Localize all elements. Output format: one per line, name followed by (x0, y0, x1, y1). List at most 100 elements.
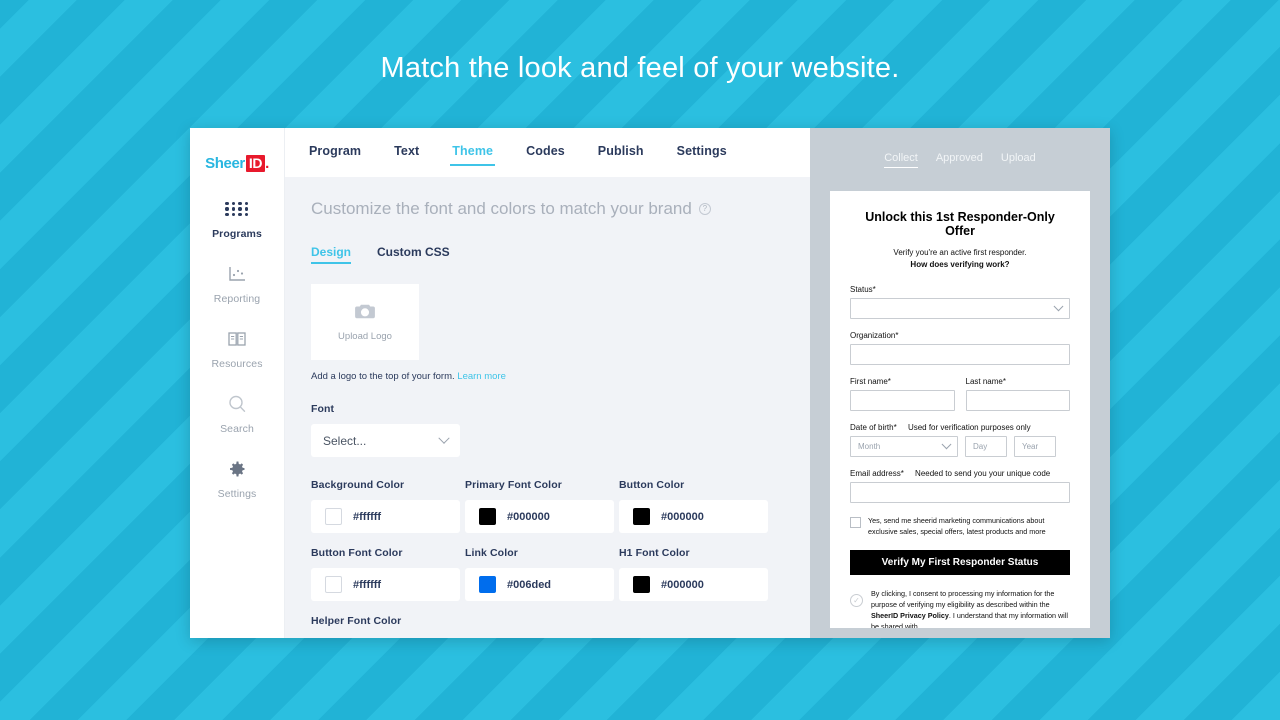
logo-badge-id: ID (245, 154, 266, 172)
sidebar-item-reporting[interactable]: Reporting (190, 249, 284, 314)
sidebar-label-programs: Programs (212, 228, 262, 240)
sidebar-item-settings[interactable]: Settings (190, 444, 284, 509)
upload-logo-label: Upload Logo (338, 331, 392, 342)
sidebar-label-resources: Resources (211, 358, 263, 370)
checkbox-icon[interactable] (850, 517, 861, 529)
sidebar-label-reporting: Reporting (213, 293, 261, 305)
editor-subheading-text: Customize the font and colors to match y… (311, 199, 692, 218)
font-label: Font (311, 403, 335, 415)
color-input-link[interactable]: #006ded (465, 568, 614, 601)
preview-panel: Collect Approved Upload Unlock this 1st … (810, 128, 1110, 638)
tab-settings[interactable]: Settings (677, 144, 727, 161)
preview-tabs: Collect Approved Upload (830, 152, 1090, 168)
color-swatch-button[interactable] (633, 508, 650, 525)
sidebar-item-search[interactable]: Search (190, 379, 284, 444)
color-label-primary-font: Primary Font Color (465, 479, 562, 491)
app-window: Sheer ID. Programs Reporting Resources S… (190, 128, 1110, 638)
font-field-group: Font Select... (311, 403, 784, 457)
camera-icon (354, 302, 376, 325)
color-input-background[interactable]: #ffffff (311, 500, 460, 533)
brand-logo[interactable]: Sheer ID. (190, 136, 284, 184)
verify-submit-button[interactable]: Verify My First Responder Status (850, 549, 1070, 575)
subtab-custom-css[interactable]: Custom CSS (377, 245, 450, 264)
preview-tab-approved[interactable]: Approved (936, 152, 983, 168)
preview-label-status: Status* (850, 285, 876, 295)
tab-text[interactable]: Text (394, 144, 419, 161)
color-field-h1-font: H1 Font Color #000000 (619, 547, 768, 601)
preview-select-status[interactable] (850, 298, 1070, 320)
color-fields-grid: Background Color #ffffff Primary Font Co… (311, 479, 784, 636)
color-label-background: Background Color (311, 479, 405, 491)
preview-form-title: Unlock this 1st Responder-Only Offer (865, 210, 1055, 238)
chevron-down-icon (1053, 301, 1064, 312)
preview-input-dob-year[interactable]: Year (1014, 436, 1056, 458)
top-nav-tabs: Program Text Theme Codes Publish Setting… (285, 128, 810, 177)
sidebar-item-programs[interactable]: Programs (190, 184, 284, 249)
preview-label-email: Email address* Needed to send you your u… (850, 469, 1070, 478)
preview-field-name-row: First name* Last name* (850, 377, 1070, 412)
color-swatch-button-font[interactable] (325, 576, 342, 593)
preview-legal-text: By clicking, I consent to processing my … (871, 588, 1070, 628)
preview-input-last-name[interactable] (965, 390, 1070, 412)
color-swatch-link[interactable] (479, 576, 496, 593)
color-field-background: Background Color #ffffff (311, 479, 460, 533)
chevron-down-icon (438, 432, 450, 444)
color-field-primary-font: Primary Font Color #000000 (465, 479, 614, 533)
sidebar-label-settings: Settings (217, 488, 257, 500)
shield-check-icon: ✓ (850, 593, 863, 607)
color-field-button: Button Color #000000 (619, 479, 768, 533)
color-swatch-background[interactable] (325, 508, 342, 525)
book-icon (227, 327, 247, 351)
color-field-button-font: Button Font Color #ffffff (311, 547, 460, 601)
editor-subheading: Customize the font and colors to match y… (311, 199, 784, 219)
preview-tab-collect[interactable]: Collect (884, 152, 918, 168)
chart-icon (227, 262, 247, 286)
chevron-down-icon (941, 439, 952, 450)
sidebar-item-resources[interactable]: Resources (190, 314, 284, 379)
preview-form-card: Unlock this 1st Responder-Only Offer Ver… (830, 191, 1090, 628)
preview-form-verifying-link[interactable]: How does verifying work? (910, 260, 1009, 269)
preview-legal-link[interactable]: SheerID Privacy Policy (871, 611, 949, 620)
tab-theme[interactable]: Theme (450, 144, 495, 166)
subtab-design[interactable]: Design (311, 245, 352, 264)
preview-label-dob: Date of birth* Used for verification pur… (850, 423, 1070, 432)
gear-icon (227, 457, 247, 481)
preview-value-dob-day: Day (973, 442, 988, 452)
tab-publish[interactable]: Publish (598, 144, 644, 161)
logo-text-sheer: Sheer (205, 154, 245, 172)
editor-panel: Program Text Theme Codes Publish Setting… (285, 128, 810, 638)
logo-hint: Add a logo to the top of your form. Lear… (311, 371, 784, 382)
sidebar-label-search: Search (220, 423, 254, 435)
preview-label-last-name: Last name* (965, 377, 1006, 387)
preview-value-dob-year: Year (1022, 442, 1039, 452)
color-field-helper-font: Helper Font Color (311, 615, 460, 636)
color-swatch-h1-font[interactable] (633, 576, 650, 593)
preview-label-organization: Organization* (850, 331, 899, 341)
color-label-helper-font: Helper Font Color (311, 615, 402, 627)
preview-select-dob-month[interactable]: Month (850, 436, 958, 458)
color-value-button-font: #ffffff (353, 578, 382, 591)
help-icon[interactable]: ? (698, 203, 711, 215)
preview-marketing-consent[interactable]: Yes, send me sheerid marketing communica… (850, 516, 1070, 538)
preview-hint-email: Needed to send you your unique code (915, 469, 1051, 479)
color-input-button[interactable]: #000000 (619, 500, 768, 533)
preview-tab-upload[interactable]: Upload (1001, 152, 1036, 168)
upload-logo-dropzone[interactable]: Upload Logo (311, 284, 419, 360)
color-label-button-font: Button Font Color (311, 547, 403, 559)
tab-codes[interactable]: Codes (526, 144, 565, 161)
editor-subtabs: Design Custom CSS (311, 245, 784, 264)
preview-input-first-name[interactable] (850, 390, 955, 412)
color-swatch-primary-font[interactable] (479, 508, 496, 525)
preview-input-organization[interactable] (850, 344, 1070, 366)
preview-input-email[interactable] (850, 482, 1070, 504)
tab-program[interactable]: Program (309, 144, 361, 161)
color-input-primary-font[interactable]: #000000 (465, 500, 614, 533)
font-select[interactable]: Select... (311, 424, 460, 457)
preview-form-subtitle: Verify you're an active first responder.… (850, 247, 1070, 270)
logo-dot: . (265, 154, 269, 172)
preview-legal-pre: By clicking, I consent to processing my … (871, 588, 1055, 609)
color-input-button-font[interactable]: #ffffff (311, 568, 460, 601)
preview-input-dob-day[interactable]: Day (965, 436, 1007, 458)
color-input-h1-font[interactable]: #000000 (619, 568, 768, 601)
learn-more-link[interactable]: Learn more (457, 371, 506, 382)
